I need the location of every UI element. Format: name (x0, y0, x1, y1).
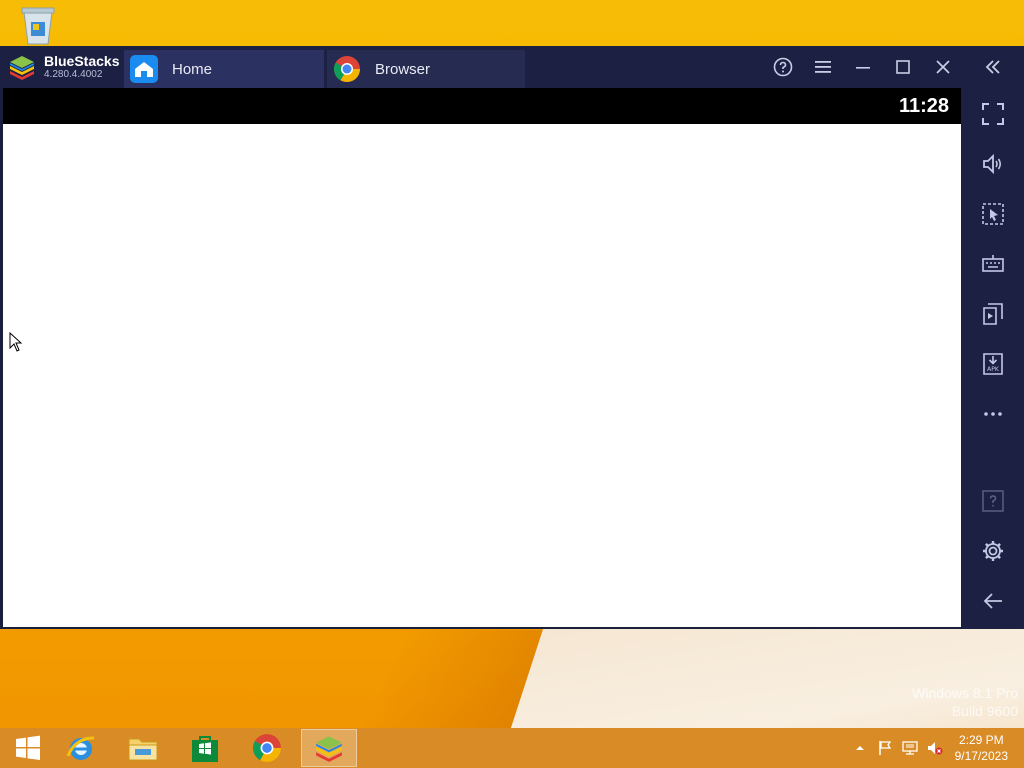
chrome-icon (253, 734, 281, 762)
svg-text:APK: APK (987, 366, 1000, 373)
help-square-icon (982, 490, 1004, 512)
menu-button[interactable] (809, 54, 837, 80)
windows-logo-icon (16, 735, 40, 760)
mouse-cursor-icon (9, 332, 23, 352)
speaker-muted-icon (928, 742, 943, 755)
maximize-button[interactable] (889, 54, 917, 80)
cursor-select-icon (982, 203, 1004, 225)
back-button[interactable] (979, 587, 1007, 615)
fullscreen-icon (982, 103, 1004, 125)
fullscreen-button[interactable] (979, 100, 1007, 128)
double-chevron-left-icon (985, 60, 1000, 74)
network-button[interactable] (902, 740, 918, 756)
app-name: BlueStacks (44, 53, 120, 69)
folder-icon (128, 738, 158, 761)
maximize-icon (896, 60, 910, 74)
media-manager-button[interactable] (979, 300, 1007, 328)
chrome-icon (333, 56, 361, 83)
keyboard-icon (982, 255, 1004, 272)
android-clock: 11:28 (898, 95, 949, 117)
home-icon (130, 55, 158, 83)
taskbar-clock[interactable]: 2:29 PM 9/17/2023 (955, 732, 1008, 764)
gear-icon (983, 541, 1003, 561)
hamburger-menu-icon (815, 61, 831, 73)
app-version: 4.280.4.4002 (44, 69, 103, 80)
android-status-bar: 11:28 (3, 88, 961, 124)
arrow-left-icon (983, 593, 1002, 609)
help-circle-icon (773, 57, 793, 77)
store-taskbar[interactable] (177, 729, 233, 767)
select-area-button[interactable] (979, 200, 1007, 228)
bluestacks-window: BlueStacks 4.280.4.4002 Home Browser 11:… (0, 46, 1024, 629)
bluestacks-logo-icon (316, 736, 342, 762)
tab-browser[interactable]: Browser (327, 50, 525, 88)
minimize-button[interactable] (849, 54, 877, 80)
help-button[interactable] (769, 54, 797, 80)
store-bag-icon (192, 736, 218, 762)
brand: BlueStacks 4.280.4.4002 (8, 52, 119, 82)
settings-button[interactable] (979, 537, 1007, 565)
internet-explorer-taskbar[interactable] (53, 729, 109, 767)
taskbar-time: 2:29 PM (958, 733, 1004, 747)
apk-install-icon: APK (983, 353, 1003, 375)
recycle-bin-icon[interactable] (18, 4, 58, 46)
watermark-edition: Windows 8.1 Pro (912, 685, 1018, 701)
tab-browser-label: Browser (375, 60, 431, 78)
start-button[interactable] (0, 729, 56, 767)
chrome-taskbar[interactable] (239, 729, 295, 767)
system-tray (852, 728, 952, 768)
chevron-up-icon (856, 746, 864, 750)
windows-watermark: Windows 8.1 Pro Build 9600 (912, 684, 1018, 720)
network-icon (902, 741, 918, 755)
more-options-button[interactable] (979, 400, 1007, 428)
watermark-build: Build 9600 (951, 703, 1018, 719)
taskbar: 2:29 PM 9/17/2023 (0, 728, 1024, 768)
taskbar-date: 9/17/2023 (954, 749, 1008, 763)
media-folder-icon (983, 303, 1003, 325)
ellipsis-icon (984, 412, 1002, 416)
titlebar: BlueStacks 4.280.4.4002 Home Browser (0, 46, 1024, 88)
close-button[interactable] (929, 54, 957, 80)
file-explorer-taskbar[interactable] (115, 729, 171, 767)
install-apk-button[interactable]: APK (979, 350, 1007, 378)
bluestacks-taskbar[interactable] (301, 729, 357, 767)
bluestacks-logo-icon (10, 56, 34, 80)
tab-home-label: Home (172, 60, 213, 78)
internet-explorer-icon (66, 736, 95, 760)
android-screen[interactable]: 11:28 (3, 88, 961, 627)
collapse-sidebar-button[interactable] (979, 54, 1007, 80)
help-sidebar-button[interactable] (979, 487, 1007, 515)
speaker-icon (983, 153, 1002, 175)
close-icon (936, 60, 950, 74)
flag-icon (879, 741, 892, 755)
minimize-icon (856, 67, 870, 69)
show-hidden-icons-button[interactable] (852, 740, 868, 756)
volume-tray-button[interactable] (927, 740, 943, 756)
volume-button[interactable] (979, 150, 1007, 178)
tab-home[interactable]: Home (124, 50, 324, 88)
right-sidebar: APK (962, 88, 1024, 629)
keyboard-controls-button[interactable] (979, 250, 1007, 278)
action-center-button[interactable] (877, 740, 893, 756)
